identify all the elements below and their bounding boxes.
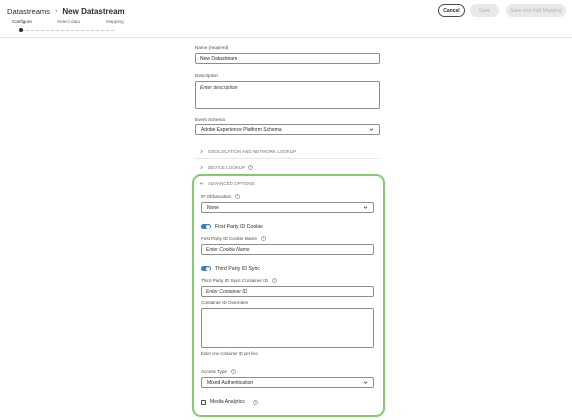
third-party-sync-toggle[interactable]	[201, 265, 211, 272]
media-analytics-row: Media Analytics ?	[201, 398, 258, 406]
third-party-container-label-text: Third Party ID Sync Container ID	[201, 278, 268, 283]
chevron-down-icon	[369, 128, 374, 131]
ip-obfuscation-value: None	[207, 204, 219, 211]
ip-obfuscation-label: IP Obfuscation ?	[201, 194, 241, 200]
section-divider	[195, 158, 380, 159]
event-schema-value: Adobe Experience Platform Schema	[201, 126, 282, 133]
chevron-down-icon	[363, 381, 368, 384]
container-overrides-label: Container ID Overrides	[201, 300, 248, 305]
info-icon[interactable]: ?	[235, 194, 241, 200]
event-schema-select[interactable]: Adobe Experience Platform Schema	[195, 124, 380, 135]
access-type-value: Mixed Authentication	[207, 379, 254, 386]
info-icon[interactable]: ?	[261, 236, 267, 242]
ip-obfuscation-select[interactable]: None	[201, 202, 374, 213]
chevron-down-icon	[363, 206, 368, 209]
third-party-sync-row: Third Party ID Sync	[201, 264, 260, 273]
event-schema-label: Event Schema	[195, 117, 225, 122]
media-analytics-label: Media Analytics	[210, 399, 245, 405]
geolocation-section-label: GEOLOCATION AND NETWORK LOOKUP	[208, 148, 297, 154]
chevron-right-icon	[200, 149, 203, 153]
chevron-down-icon	[199, 182, 204, 185]
first-party-cookie-name-label-text: First Party ID Cookie Name	[201, 236, 257, 241]
svg-text:?: ?	[237, 195, 239, 199]
info-icon[interactable]: ?	[252, 399, 258, 405]
access-type-select[interactable]: Mixed Authentication	[201, 377, 374, 388]
svg-text:?: ?	[254, 400, 256, 404]
advanced-options-section-label: ADVANCED OPTIONS	[208, 180, 255, 186]
info-icon[interactable]: ?	[248, 164, 253, 170]
device-lookup-section-toggle[interactable]: DEVICE LOOKUP ?	[199, 162, 253, 172]
first-party-cookie-toggle[interactable]	[201, 223, 211, 230]
container-overrides-help-text: Enter one container ID per line	[201, 351, 258, 356]
chevron-right-icon	[200, 165, 203, 169]
datastream-form: Name (required) New Datastream Descripti…	[0, 0, 572, 420]
first-party-cookie-row: First Party ID Cookie	[201, 222, 263, 231]
access-type-label-text: Access Type	[201, 369, 227, 374]
geolocation-section-toggle[interactable]: GEOLOCATION AND NETWORK LOOKUP	[199, 146, 296, 156]
svg-text:?: ?	[274, 279, 276, 283]
device-lookup-section-label: DEVICE LOOKUP	[208, 164, 246, 170]
first-party-cookie-name-input[interactable]: Enter Cookie Name	[201, 244, 374, 255]
info-icon[interactable]: ?	[231, 369, 237, 375]
third-party-container-label: Third Party ID Sync Container ID ?	[201, 278, 277, 284]
svg-text:?: ?	[250, 165, 252, 169]
name-label: Name (required)	[195, 45, 229, 50]
first-party-cookie-toggle-label: First Party ID Cookie	[215, 223, 263, 230]
svg-text:?: ?	[233, 370, 235, 374]
access-type-label: Access Type ?	[201, 369, 237, 375]
svg-text:?: ?	[263, 237, 265, 241]
info-icon[interactable]: ?	[272, 278, 277, 284]
description-label: Description	[195, 73, 218, 78]
third-party-sync-toggle-label: Third Party ID Sync	[215, 265, 260, 272]
description-textarea[interactable]: Enter description	[195, 81, 380, 109]
third-party-container-input[interactable]: Enter Container ID	[201, 286, 374, 297]
container-overrides-textarea[interactable]	[201, 308, 374, 348]
media-analytics-checkbox[interactable]	[201, 399, 206, 405]
name-input[interactable]: New Datastream	[195, 53, 380, 64]
advanced-options-section-toggle[interactable]: ADVANCED OPTIONS	[199, 178, 255, 188]
first-party-cookie-name-label: First Party ID Cookie Name ?	[201, 236, 267, 242]
ip-obfuscation-label-text: IP Obfuscation	[201, 194, 232, 199]
